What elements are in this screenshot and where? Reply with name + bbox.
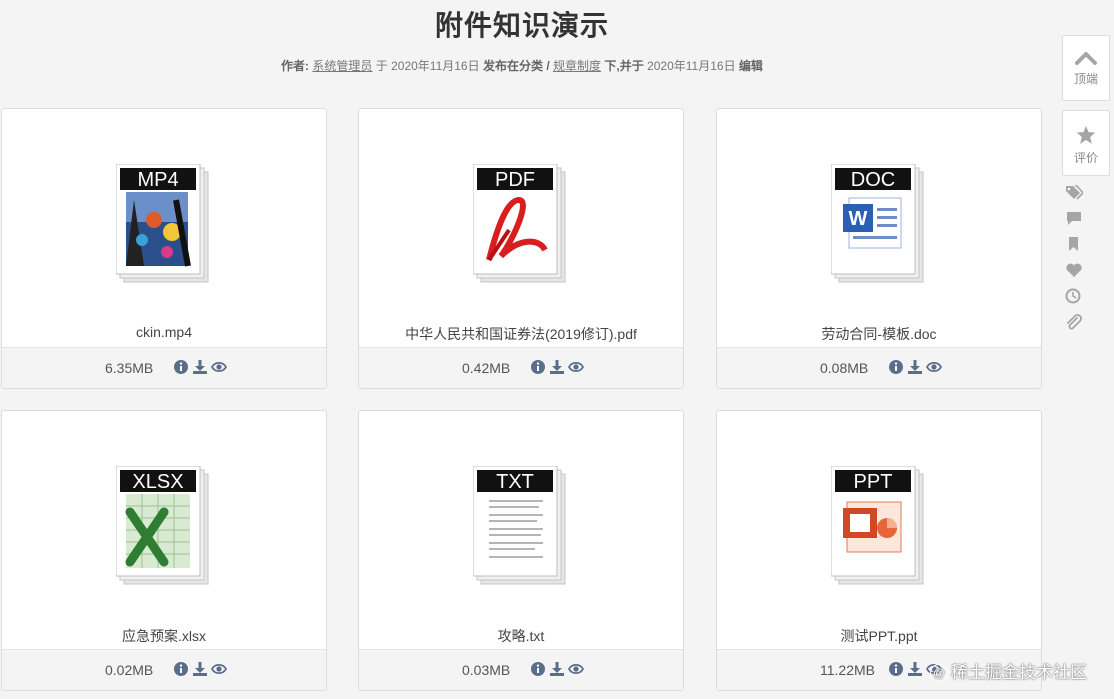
author-link[interactable]: 系统管理员 [312, 59, 372, 73]
back-to-top-button[interactable]: 顶端 [1062, 35, 1110, 101]
paperclip-icon[interactable] [1065, 314, 1083, 330]
attachment-preview[interactable]: PDF 中华人民共和国证券法(2019修订).pdf [359, 109, 683, 348]
file-size: 0.03MB [462, 662, 511, 678]
pdf-file-icon: PDF [473, 164, 566, 283]
attachment-preview[interactable]: DOC W 劳动合同-模板.doc [717, 109, 1041, 348]
file-name[interactable]: 中华人民共和国证券法(2019修订).pdf [359, 324, 683, 344]
eye-icon[interactable] [568, 359, 584, 375]
attachment-footer: 0.42MB [359, 347, 683, 388]
attachment-preview[interactable]: PPT 测试PPT.ppt [717, 411, 1041, 650]
eye-icon[interactable] [568, 661, 584, 677]
attachment-preview[interactable]: MP4 ckin.mp4 [2, 109, 326, 348]
ppt-file-icon: PPT [831, 466, 924, 585]
file-name[interactable]: 应急预案.xlsx [2, 626, 326, 646]
edit-label: 编辑 [738, 59, 763, 73]
download-icon[interactable] [192, 359, 208, 375]
file-size: 0.08MB [820, 360, 869, 376]
file-name[interactable]: 攻略.txt [359, 626, 683, 646]
chevron-up-icon [1075, 52, 1097, 65]
attachment-footer: 6.35MB [2, 347, 326, 388]
tags-icon[interactable] [1065, 184, 1083, 200]
under-text: 下,并于 [604, 59, 644, 73]
info-icon[interactable] [530, 359, 546, 375]
eye-icon[interactable] [926, 359, 942, 375]
attachment-card: DOC W 劳动合同-模板.doc 0.08MB [716, 108, 1042, 389]
attachment-preview[interactable]: XLSX 应急预案.xlsx [2, 411, 326, 650]
attachment-preview[interactable]: TXT 攻略.txt [359, 411, 683, 650]
on-text: 于 [375, 59, 388, 73]
info-icon[interactable] [173, 661, 189, 677]
txt-file-icon: TXT [473, 466, 566, 585]
file-name[interactable]: 测试PPT.ppt [717, 626, 1041, 646]
info-icon[interactable] [530, 661, 546, 677]
attachment-card: TXT 攻略.txt 0.03MB [358, 410, 684, 691]
article-meta: 作者: 系统管理员 于 2020年11月16日 发布在分类 / 规章制度 下,并… [0, 57, 1044, 74]
page-title: 附件知识演示 [434, 10, 609, 41]
attachment-card: XLSX 应急预案.xlsx 0.02MB [1, 410, 327, 691]
eye-icon[interactable] [211, 359, 227, 375]
file-size: 11.22MB [820, 662, 875, 678]
heart-icon[interactable] [1065, 262, 1083, 278]
file-type-label: XLSX [132, 471, 183, 493]
category-label: 发布在分类 [482, 59, 543, 73]
category-slash: / [546, 59, 550, 73]
category-link[interactable]: 规章制度 [553, 59, 601, 73]
file-size: 6.35MB [105, 360, 154, 376]
rate-label: 评价 [1073, 151, 1098, 165]
publish-date: 2020年11月16日 [391, 59, 480, 73]
bookmark-icon[interactable] [1065, 236, 1083, 252]
download-icon[interactable] [549, 359, 565, 375]
info-icon[interactable] [173, 359, 189, 375]
download-icon[interactable] [907, 661, 923, 677]
author-label: 作者: [281, 59, 310, 73]
file-name[interactable]: ckin.mp4 [2, 324, 326, 340]
info-icon[interactable] [888, 359, 904, 375]
info-icon[interactable] [888, 661, 904, 677]
attachment-footer: 0.03MB [359, 649, 683, 690]
mp4-file-icon: MP4 [116, 164, 209, 283]
watermark-text: 稀土掘金技术社区 [951, 663, 1087, 682]
file-type-label: PPT [854, 471, 893, 493]
xlsx-file-icon: XLSX [116, 466, 209, 585]
attachment-footer: 0.02MB [2, 649, 326, 690]
comment-icon[interactable] [1065, 210, 1083, 226]
edit-date: 2020年11月16日 [647, 59, 736, 73]
star-icon [1076, 125, 1096, 144]
doc-file-icon: DOC W [831, 164, 924, 283]
file-type-label: TXT [496, 471, 534, 493]
file-size: 0.42MB [462, 360, 511, 376]
rate-button[interactable]: 评价 [1062, 110, 1110, 176]
back-to-top-label: 顶端 [1073, 72, 1098, 86]
eye-icon[interactable] [211, 661, 227, 677]
attachment-card: MP4 ckin.mp4 6.35MB [1, 108, 327, 389]
file-size: 0.02MB [105, 662, 154, 678]
attachment-card: PDF 中华人民共和国证券法(2019修订).pdf 0.42MB [358, 108, 684, 389]
file-type-label: MP4 [137, 169, 178, 191]
download-icon[interactable] [192, 661, 208, 677]
file-type-label: PDF [495, 169, 535, 191]
clock-icon[interactable] [1065, 288, 1083, 304]
watermark-symbol: @ [930, 664, 948, 682]
download-icon[interactable] [549, 661, 565, 677]
file-type-label: DOC [851, 169, 895, 191]
attachment-card: PPT 测试PPT.ppt 11.22MB [716, 410, 1042, 691]
download-icon[interactable] [907, 359, 923, 375]
file-name[interactable]: 劳动合同-模板.doc [717, 324, 1041, 344]
watermark: @ 稀土掘金技术社区 [930, 658, 1087, 683]
svg-text:W: W [849, 208, 868, 230]
attachment-footer: 0.08MB [717, 347, 1041, 388]
